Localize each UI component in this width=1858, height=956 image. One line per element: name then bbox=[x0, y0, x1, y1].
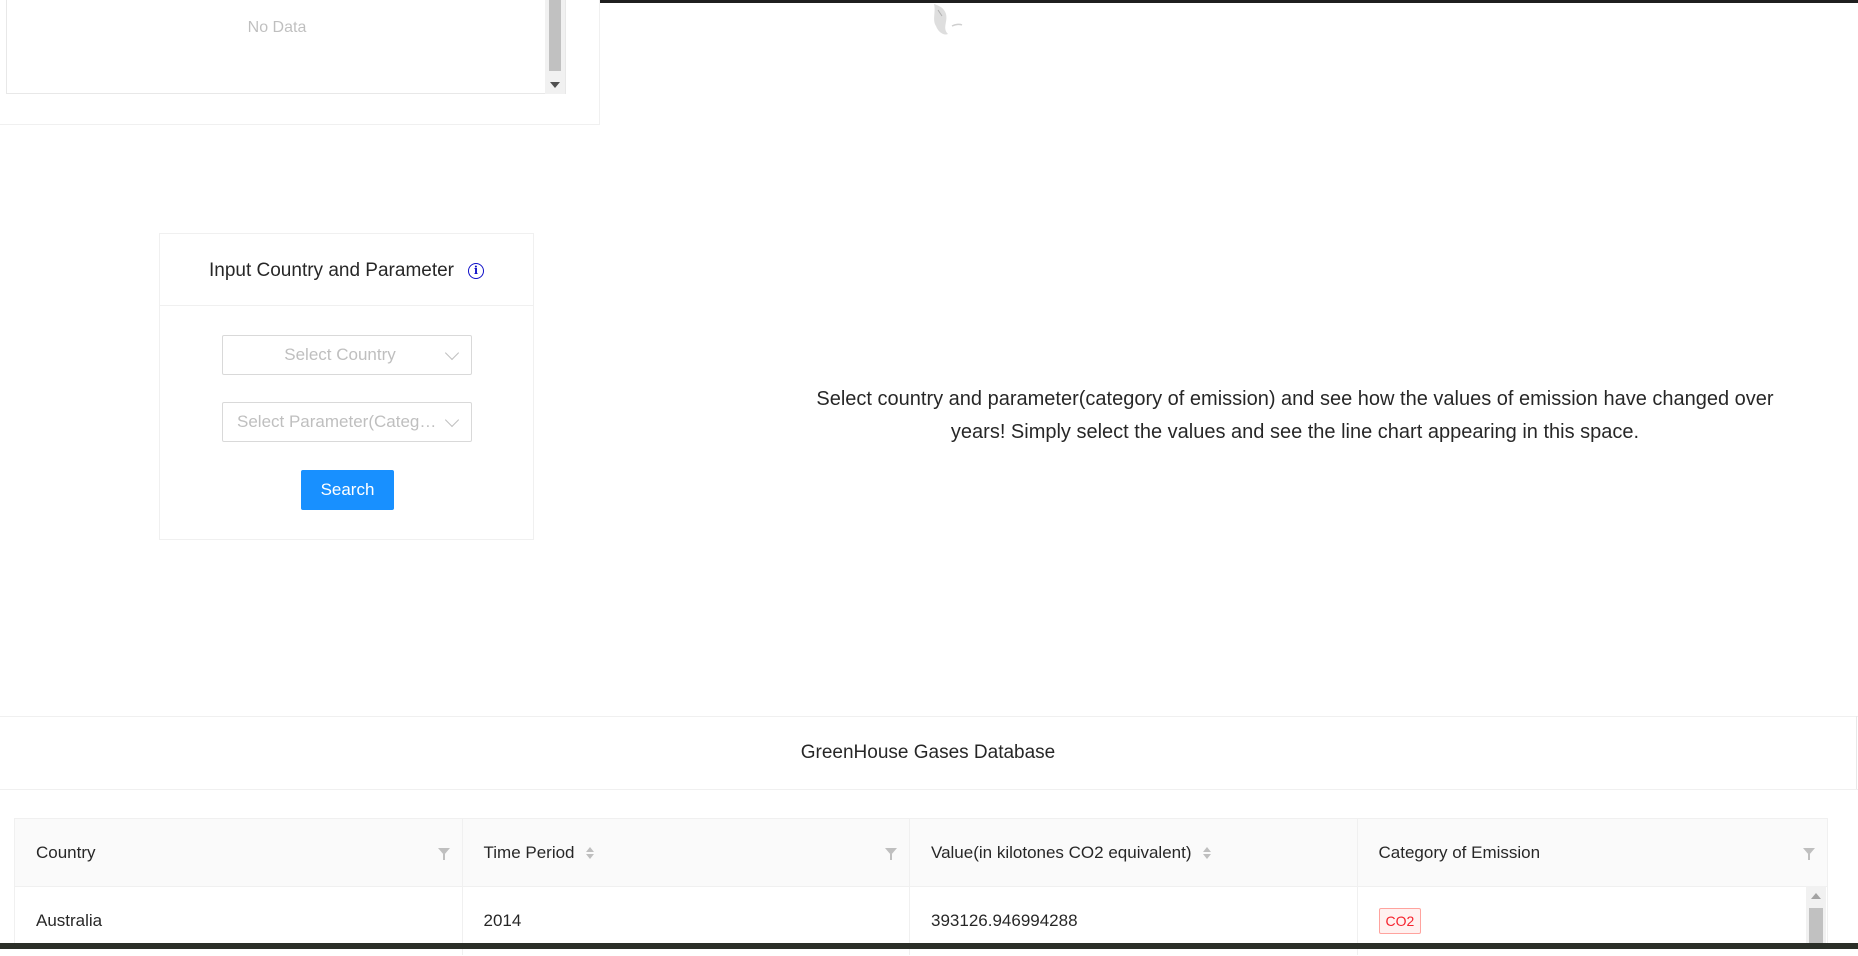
column-header-time-period[interactable]: Time Period bbox=[463, 819, 910, 886]
table-header-row: Country Time Period Value(in kilotones C… bbox=[15, 819, 1827, 887]
map-fragment bbox=[934, 4, 963, 35]
database-title: GreenHouse Gases Database bbox=[0, 717, 1858, 790]
column-header-label: Value(in kilotones CO2 equivalent) bbox=[931, 842, 1192, 862]
filter-icon[interactable] bbox=[1802, 848, 1815, 860]
sort-icon[interactable] bbox=[585, 846, 594, 859]
scrollbar-thumb[interactable] bbox=[549, 0, 561, 71]
table-scrollbar[interactable] bbox=[1806, 886, 1826, 948]
chart-placeholder-hint: Select country and parameter(category of… bbox=[780, 383, 1810, 449]
window-bottom-edge bbox=[0, 943, 1858, 949]
category-tag: CO2 bbox=[1378, 908, 1422, 934]
no-data-card: No Data bbox=[0, 0, 600, 125]
no-data-list: No Data bbox=[6, 0, 566, 94]
search-button[interactable]: Search bbox=[301, 470, 394, 510]
hint-line-1: Select country and parameter(category of… bbox=[816, 388, 1774, 410]
input-card-title: Input Country and Parameter bbox=[208, 259, 455, 281]
chevron-down-icon bbox=[444, 412, 460, 428]
country-select-placeholder: Select Country bbox=[284, 345, 396, 364]
hint-line-2: years! Simply select the values and see … bbox=[950, 421, 1640, 443]
column-header-label: Country bbox=[36, 842, 96, 862]
info-icon[interactable]: i bbox=[468, 262, 485, 279]
database-card-edge bbox=[1856, 716, 1857, 789]
column-header-label: Category of Emission bbox=[1378, 842, 1541, 862]
sort-icon[interactable] bbox=[1202, 846, 1211, 859]
list-scrollbar[interactable] bbox=[545, 0, 565, 94]
column-header-category[interactable]: Category of Emission bbox=[1358, 819, 1827, 886]
filter-icon[interactable] bbox=[885, 848, 897, 860]
chevron-down-icon bbox=[444, 345, 460, 361]
filter-icon[interactable] bbox=[437, 848, 450, 860]
input-card-header: Input Country and Parameter i bbox=[160, 234, 533, 306]
emissions-table: Country Time Period Value(in kilotones C… bbox=[14, 818, 1828, 955]
no-data-message: No Data bbox=[247, 19, 307, 36]
scroll-down-arrow-icon[interactable] bbox=[550, 82, 560, 88]
column-header-country[interactable]: Country bbox=[15, 819, 463, 886]
scrollbar-thumb[interactable] bbox=[1809, 908, 1823, 948]
parameter-select-placeholder: Select Parameter(Category of Emission) bbox=[237, 412, 437, 431]
column-header-value[interactable]: Value(in kilotones CO2 equivalent) bbox=[910, 819, 1358, 886]
column-header-label: Time Period bbox=[483, 842, 575, 862]
scroll-up-arrow-icon[interactable] bbox=[1811, 893, 1821, 899]
country-select[interactable]: Select Country bbox=[222, 335, 472, 375]
input-card: Input Country and Parameter i Select Cou… bbox=[159, 233, 534, 540]
parameter-select[interactable]: Select Parameter(Category of Emission) bbox=[222, 402, 472, 442]
